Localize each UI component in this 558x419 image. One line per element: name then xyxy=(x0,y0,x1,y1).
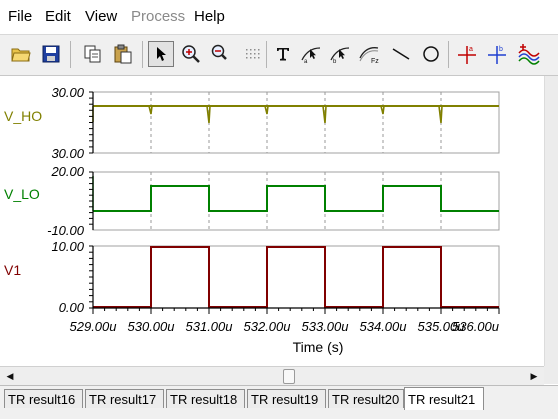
circle-tool-icon xyxy=(423,46,439,62)
vertical-scrollbar[interactable] xyxy=(544,76,558,366)
svg-text:Fz: Fz xyxy=(371,58,379,64)
panel-label-v1: V1 xyxy=(4,262,21,278)
scroll-corner xyxy=(544,366,558,384)
select-arrow-icon xyxy=(157,47,166,61)
grid-button[interactable] xyxy=(240,41,266,67)
y-bottom-label-v1: 0.00 xyxy=(59,300,85,315)
svg-text:a: a xyxy=(304,59,308,64)
line-tool-icon xyxy=(392,48,410,60)
circle-tool-button[interactable] xyxy=(418,41,444,67)
y-top-label-v-lo: 20.00 xyxy=(50,164,84,179)
text-tool-button[interactable] xyxy=(270,41,296,67)
add-curve-button[interactable] xyxy=(516,41,542,67)
triangle-right-icon: ▶ xyxy=(530,370,538,381)
x-tick-label: 529.00u xyxy=(70,319,117,334)
x-tick-label: 530.00u xyxy=(128,319,175,334)
cursor-b-button[interactable]: b xyxy=(327,41,353,67)
x-tick-label: 532.00u xyxy=(244,319,291,334)
scroll-thumb[interactable] xyxy=(283,369,295,384)
zoom-in-button[interactable] xyxy=(178,41,204,67)
menu-file[interactable]: File xyxy=(8,8,32,25)
zoom-100-icon xyxy=(211,44,227,60)
result-tab-bar: TR result16 TR result17 TR result18 TR r… xyxy=(0,385,558,419)
horizontal-scrollbar[interactable]: ◀ ▶ xyxy=(0,366,544,385)
waveform-plot-area[interactable]: V_HO V_LO V1 30.00 30.00 20.00 -10.00 10… xyxy=(0,76,544,366)
paste-icon xyxy=(114,44,132,64)
tab-tr-result21[interactable]: TR result21 xyxy=(404,387,484,410)
cursor-b-icon: b xyxy=(330,47,350,64)
panel-label-v-lo: V_LO xyxy=(4,186,40,202)
save-icon xyxy=(42,45,60,63)
grid-icon xyxy=(246,49,260,59)
scroll-right-button[interactable]: ▶ xyxy=(526,368,542,384)
copy-button[interactable] xyxy=(80,41,106,67)
tab-tr-result18[interactable]: TR result18 xyxy=(166,389,245,408)
menu-view[interactable]: View xyxy=(85,8,117,25)
panel-frame-v-lo xyxy=(92,171,500,231)
cursor-red-a-button[interactable]: a xyxy=(454,41,480,67)
y-top-label-v-ho: 30.00 xyxy=(51,85,84,100)
tab-tr-result16[interactable]: TR result16 xyxy=(4,389,83,408)
tab-tr-result19[interactable]: TR result19 xyxy=(247,389,326,408)
copy-icon xyxy=(84,45,101,63)
cursor-fz-icon: Fz xyxy=(359,47,379,64)
y-top-label-v1: 10.00 xyxy=(51,239,84,254)
svg-text:b: b xyxy=(333,59,337,64)
svg-text:b: b xyxy=(499,46,503,53)
cursor-fz-button[interactable]: Fz xyxy=(357,41,383,67)
panel-label-v-ho: V_HO xyxy=(4,108,42,124)
panel-frame-v1 xyxy=(92,245,500,309)
x-tick-label: 536.00u xyxy=(452,319,499,334)
x-tick-label: 534.00u xyxy=(360,319,407,334)
scroll-left-button[interactable]: ◀ xyxy=(2,368,18,384)
save-button[interactable] xyxy=(38,41,64,67)
select-button[interactable] xyxy=(148,41,174,67)
add-curve-icon xyxy=(518,44,540,65)
toolbar: a b Fz a b xyxy=(0,35,558,76)
menu-help[interactable]: Help xyxy=(194,8,225,25)
menu-bar: File Edit View Process Help xyxy=(0,0,558,35)
x-axis-label: Time (s) xyxy=(293,339,344,355)
tab-tr-result20[interactable]: TR result20 xyxy=(328,389,404,408)
line-tool-button[interactable] xyxy=(388,41,414,67)
tab-tr-result17[interactable]: TR result17 xyxy=(85,389,164,408)
y-bottom-label-v-ho: 30.00 xyxy=(51,146,84,161)
svg-text:a: a xyxy=(469,46,473,53)
waveform-chart: V_HO V_LO V1 30.00 30.00 20.00 -10.00 10… xyxy=(4,85,500,355)
cursor-blue-b-icon: b xyxy=(488,46,506,64)
y-bottom-label-v-lo: -10.00 xyxy=(47,223,85,238)
cursor-a-icon: a xyxy=(301,47,321,64)
open-icon xyxy=(11,48,31,62)
menu-edit[interactable]: Edit xyxy=(45,8,71,25)
menu-process[interactable]: Process xyxy=(131,8,185,25)
x-tick-label: 533.00u xyxy=(302,319,349,334)
paste-button[interactable] xyxy=(110,41,136,67)
open-button[interactable] xyxy=(8,41,34,67)
zoom-in-icon xyxy=(182,45,200,63)
triangle-left-icon: ◀ xyxy=(6,370,14,381)
panel-frame-v-ho xyxy=(92,91,500,154)
cursor-a-button[interactable]: a xyxy=(298,41,324,67)
zoom-100-button[interactable] xyxy=(208,41,234,67)
cursor-blue-b-button[interactable]: b xyxy=(484,41,510,67)
x-tick-label: 531.00u xyxy=(186,319,233,334)
cursor-red-a-icon: a xyxy=(458,46,476,64)
text-tool-icon xyxy=(277,48,289,61)
